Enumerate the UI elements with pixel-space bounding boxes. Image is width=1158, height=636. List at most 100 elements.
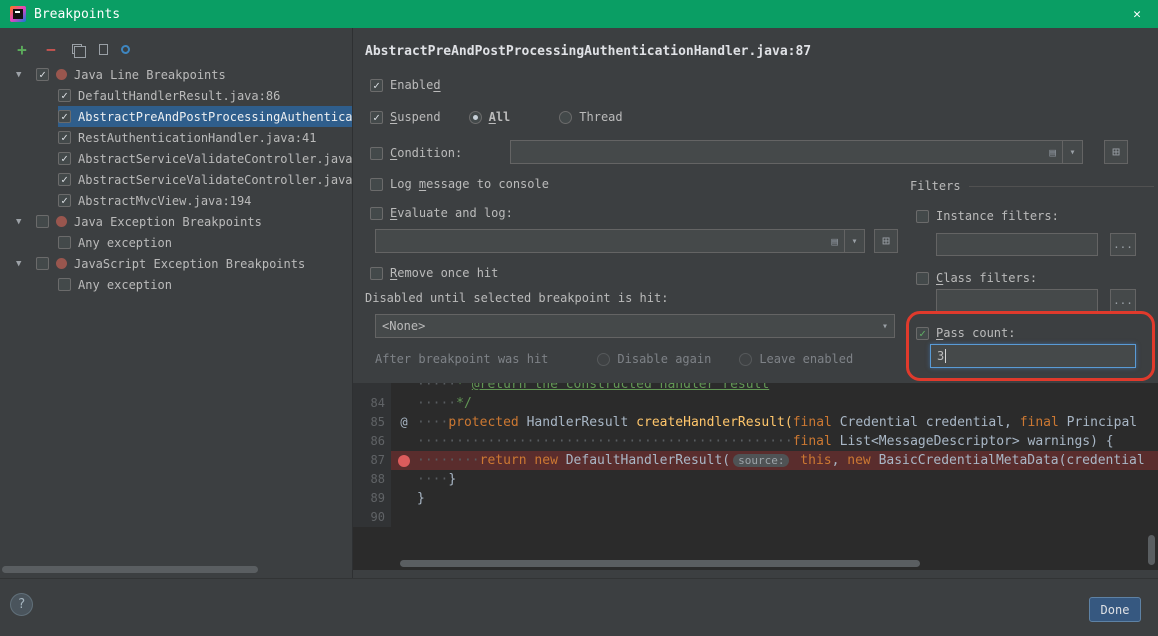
toggle-breakpoint-state-icon[interactable]: [121, 45, 130, 54]
done-label: Done: [1101, 603, 1130, 617]
move-to-group-icon[interactable]: [99, 44, 108, 55]
tree-item-row[interactable]: Any exception: [0, 232, 352, 253]
breakpoint-checkbox[interactable]: ✓: [58, 152, 71, 165]
leave-enabled-label: Leave enabled: [759, 352, 853, 366]
check-icon: ✓: [919, 328, 926, 339]
expression-icon: ▤: [831, 235, 838, 248]
class-filters-checkbox[interactable]: [916, 272, 929, 285]
done-button[interactable]: Done: [1089, 597, 1141, 622]
tree-item-row[interactable]: ✓AbstractServiceValidateController.java:: [0, 148, 352, 169]
add-breakpoint-button[interactable]: +: [14, 41, 30, 57]
pass-count-row: ✓ Pass count:: [916, 326, 1015, 340]
evaluate-checkbox[interactable]: [370, 207, 383, 220]
gutter-icon: [391, 383, 417, 394]
leave-enabled-radio[interactable]: [739, 353, 752, 366]
tree-item-row[interactable]: ✓AbstractPreAndPostProcessingAuthenticat: [0, 106, 352, 127]
breakpoint-checkbox[interactable]: [58, 236, 71, 249]
tree-item-row[interactable]: ✓DefaultHandlerResult.java:86: [0, 85, 352, 106]
breakpoints-tree: ▼✓Java Line Breakpoints✓DefaultHandlerRe…: [0, 64, 352, 364]
suspend-label: Suspend: [390, 110, 441, 124]
tree-group-row[interactable]: ▼ ✓ Java Line Breakpoints: [0, 64, 352, 85]
breakpoint-label: RestAuthenticationHandler.java:41: [78, 131, 316, 145]
suspend-thread-radio[interactable]: [559, 111, 572, 124]
suspend-all-label: All: [489, 110, 511, 124]
breakpoint-dot-icon[interactable]: [391, 451, 417, 470]
expand-arrow-icon[interactable]: ▼: [16, 259, 28, 269]
breakpoint-checkbox[interactable]: [36, 257, 49, 270]
group-breakpoints-icon[interactable]: [72, 44, 82, 54]
tree-group-row[interactable]: ▼JavaScript Exception Breakpoints: [0, 253, 352, 274]
tree-item-row[interactable]: Any exception: [0, 274, 352, 295]
log-console-row: Log message to console: [370, 177, 549, 191]
line-number: 88: [353, 470, 391, 489]
tree-item-row[interactable]: ✓AbstractMvcView.java:194: [0, 190, 352, 211]
condition-expand-button[interactable]: ⊞: [1104, 140, 1128, 164]
enabled-label: Enabled: [390, 78, 441, 92]
editor-horizontal-scrollbar[interactable]: [400, 560, 920, 567]
expand-arrow-icon[interactable]: ▼: [16, 217, 28, 227]
code-line: 84·····*/: [353, 394, 1158, 413]
tree-group-row[interactable]: ▼Java Exception Breakpoints: [0, 211, 352, 232]
help-button[interactable]: ?: [10, 593, 33, 616]
pass-count-input[interactable]: 3: [930, 344, 1136, 368]
condition-checkbox[interactable]: [370, 147, 383, 160]
text-cursor: [945, 349, 946, 363]
suspend-checkbox[interactable]: ✓: [370, 111, 383, 124]
tree-item-row[interactable]: ✓ RestAuthenticationHandler.java:41: [0, 127, 352, 148]
breakpoint-checkbox[interactable]: ✓: [58, 131, 71, 144]
breakpoint-checkbox[interactable]: ✓: [58, 194, 71, 207]
line-number: 89: [353, 489, 391, 508]
breakpoint-checkbox[interactable]: [58, 278, 71, 291]
close-icon[interactable]: ✕: [1126, 7, 1148, 22]
gutter-icon: [391, 489, 417, 508]
enabled-checkbox[interactable]: ✓: [370, 79, 383, 92]
code-line: 87········return new DefaultHandlerResul…: [353, 451, 1158, 470]
class-filters-input[interactable]: [936, 289, 1098, 312]
log-console-checkbox[interactable]: [370, 178, 383, 191]
editor-vertical-scrollbar[interactable]: [1148, 535, 1155, 565]
breakpoint-checkbox[interactable]: ✓: [58, 173, 71, 186]
tree-item-row[interactable]: ✓ AbstractServiceValidateController.java:: [0, 169, 352, 190]
breakpoint-checkbox[interactable]: ✓: [58, 89, 71, 102]
remove-breakpoint-button[interactable]: −: [43, 41, 59, 57]
code-line: ·····* @return the constructed handler r…: [353, 383, 1158, 394]
condition-row: Condition:: [370, 146, 462, 160]
instance-filters-input[interactable]: [936, 233, 1098, 256]
instance-filters-more-button[interactable]: ...: [1110, 233, 1136, 256]
footer-divider: [0, 578, 1158, 579]
ellipsis-icon: ...: [1113, 238, 1133, 251]
line-number: [353, 383, 391, 394]
disable-again-radio[interactable]: [597, 353, 610, 366]
enabled-row: ✓ Enabled: [370, 78, 441, 92]
pass-count-checkbox[interactable]: ✓: [916, 327, 929, 340]
evaluate-expand-button[interactable]: ⊞: [874, 229, 898, 253]
class-filters-more-button[interactable]: ...: [1110, 289, 1136, 312]
gutter-icon: [391, 432, 417, 451]
disabled-until-select[interactable]: <None> ▾: [375, 314, 895, 338]
expand-arrow-icon[interactable]: ▼: [16, 70, 28, 80]
question-icon: ?: [18, 597, 26, 612]
breakpoint-label: Java Line Breakpoints: [74, 68, 226, 82]
breakpoint-title: AbstractPreAndPostProcessingAuthenticati…: [365, 44, 811, 59]
remove-once-checkbox[interactable]: [370, 267, 383, 280]
line-number: 84: [353, 394, 391, 413]
line-number: 90: [353, 508, 391, 527]
breakpoint-checkbox[interactable]: ✓: [58, 110, 71, 123]
breakpoint-checkbox[interactable]: [36, 215, 49, 228]
code-line: 90: [353, 508, 1158, 527]
tree-horizontal-scrollbar[interactable]: [2, 566, 258, 573]
line-breakpoint-icon: [56, 69, 67, 80]
instance-filters-checkbox[interactable]: [916, 210, 929, 223]
evaluate-history-button[interactable]: ▾: [844, 229, 865, 253]
ellipsis-icon: ...: [1113, 294, 1133, 307]
condition-history-button[interactable]: ▾: [1062, 140, 1083, 164]
breakpoint-checkbox[interactable]: ✓: [36, 68, 49, 81]
condition-input[interactable]: ▤: [510, 140, 1063, 164]
suspend-all-radio[interactable]: [469, 111, 482, 124]
after-hit-label: After breakpoint was hit: [375, 352, 548, 366]
evaluate-row: Evaluate and log:: [370, 206, 513, 220]
breakpoint-label: AbstractServiceValidateController.java:: [78, 173, 352, 187]
evaluate-input[interactable]: ▤: [375, 229, 845, 253]
chevron-down-icon: ▾: [851, 236, 857, 247]
after-hit-row: After breakpoint was hit Disable again L…: [375, 352, 853, 366]
